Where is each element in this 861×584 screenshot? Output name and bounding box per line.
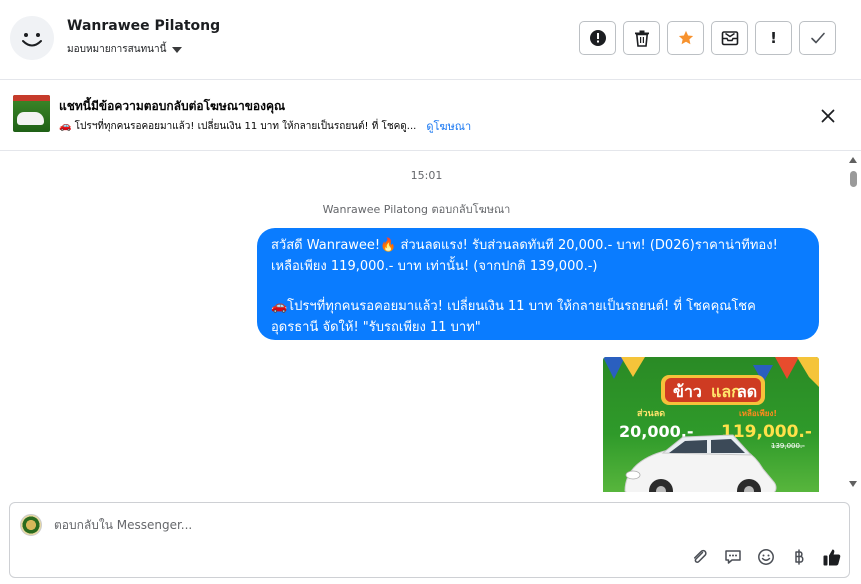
message-line: 🚗โปรฯที่ทุกคนรอคอยมาแล้ว! เปลี่ยนเงิน 11… — [271, 299, 756, 314]
paperclip-icon — [693, 549, 707, 563]
follow-up-button[interactable]: ! — [755, 21, 792, 55]
message-line: อุดรธานี จัดให้! "รับรถเพียง 11 บาท" — [271, 320, 481, 335]
scrollbar-thumb[interactable] — [850, 171, 857, 187]
exclamation-icon: ! — [770, 29, 777, 47]
contact-name[interactable]: Wanrawee Pilatong — [67, 18, 220, 34]
outgoing-message-bubble[interactable]: สวัสดี Wanrawee!🔥 ส่วนลดแรง! รับส่วนลดทั… — [257, 228, 819, 340]
promo-headline-1: ข้าว — [673, 382, 702, 401]
promo-headline-3: ลด — [737, 382, 757, 401]
message-thread[interactable]: 15:01 Wanrawee Pilatong ตอบกลับโฆษณา สวั… — [0, 151, 845, 492]
reply-input[interactable] — [54, 518, 654, 532]
scroll-up-icon — [849, 157, 857, 163]
delete-button[interactable] — [623, 21, 660, 55]
attach-button[interactable] — [689, 546, 711, 568]
assign-conversation-dropdown[interactable]: มอบหมายการสนทนานี้ — [67, 42, 183, 57]
close-icon — [821, 109, 835, 123]
banner-title: แชทนี้มีข้อความตอบกลับต่อโฆษณาของคุณ — [59, 99, 286, 113]
promo-artwork: ข้าว แลก ลด ส่วนลด 20,000.- เหลือเพียง! … — [603, 357, 819, 492]
message-line: สวัสดี Wanrawee!🔥 ส่วนลดแรง! รับส่วนลดทั… — [271, 238, 778, 253]
ad-thumbnail[interactable] — [13, 95, 50, 132]
baht-icon — [795, 549, 804, 565]
mail-archive-icon — [721, 31, 738, 46]
emoji-button[interactable] — [755, 546, 777, 568]
payment-button[interactable] — [788, 546, 810, 568]
reply-composer — [9, 502, 850, 578]
chat-bubble-icon — [725, 550, 741, 564]
like-button[interactable] — [821, 546, 843, 568]
assign-label: มอบหมายการสนทนานี้ — [67, 44, 167, 55]
banner-subtitle-row: 🚗 โปรฯที่ทุกคนรอคอยมาแล้ว! เปลี่ยนเงิน 1… — [59, 117, 471, 135]
star-icon — [678, 30, 693, 45]
message-timestamp: 15:01 — [410, 169, 443, 182]
mark-done-button[interactable] — [799, 21, 836, 55]
scroll-down-icon — [849, 481, 857, 487]
close-banner-button[interactable] — [817, 105, 839, 127]
alert-circle-icon — [589, 30, 606, 46]
promo-discount-label: ส่วนลด — [637, 408, 665, 419]
promo-image-attachment[interactable]: ข้าว แลก ลด ส่วนลด 20,000.- เหลือเพียง! … — [603, 357, 819, 492]
saved-replies-button[interactable] — [722, 546, 744, 568]
conversation-header: Wanrawee Pilatong มอบหมายการสนทนานี้ ! — [0, 0, 861, 80]
message-line: เหลือเพียง 119,000.- บาท เท่านั้น! (จากป… — [271, 259, 598, 274]
ad-reply-banner: แชทนี้มีข้อความตอบกลับต่อโฆษณาของคุณ 🚗 โ… — [0, 80, 861, 151]
trash-icon — [634, 30, 649, 47]
header-actions: ! — [579, 21, 836, 55]
mark-unread-button[interactable] — [711, 21, 748, 55]
composer-tools — [689, 546, 843, 568]
promo-old-price: 139,000.- — [771, 442, 805, 450]
mark-spam-button[interactable] — [579, 21, 616, 55]
caret-down-icon — [172, 46, 183, 53]
view-ad-link[interactable]: ดูโฆษณา — [426, 117, 471, 135]
promo-price-label: เหลือเพียง! — [739, 408, 777, 418]
scrollbar-arrows — [849, 157, 857, 487]
banner-subtitle: 🚗 โปรฯที่ทุกคนรอคอยมาแล้ว! เปลี่ยนเงิน 1… — [59, 120, 417, 132]
contact-avatar[interactable] — [10, 16, 54, 60]
page-avatar — [20, 514, 42, 536]
thread-scrollbar[interactable] — [845, 151, 861, 492]
thumbs-up-icon — [823, 549, 841, 566]
smiley-icon — [758, 549, 774, 565]
star-button[interactable] — [667, 21, 704, 55]
smiley-avatar-icon — [10, 16, 54, 60]
ad-reply-note: Wanrawee Pilatong ตอบกลับโฆษณา — [322, 203, 511, 216]
check-icon — [810, 32, 825, 44]
